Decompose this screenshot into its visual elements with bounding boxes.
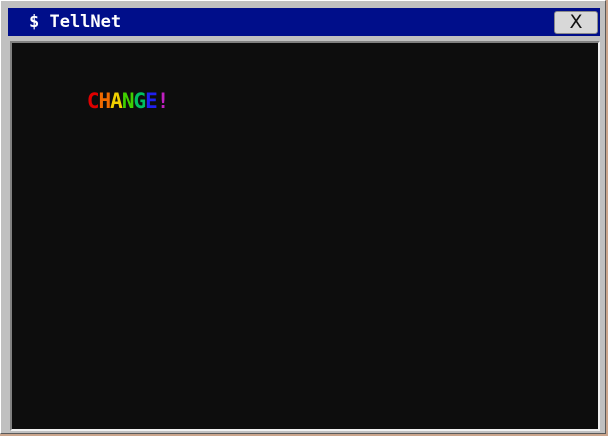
terminal-char: H (98, 89, 112, 113)
title-bar[interactable]: $ TellNet X (8, 8, 600, 36)
terminal-char: C (86, 89, 100, 113)
window-title: $ TellNet (29, 12, 122, 32)
terminal-char: ! (156, 89, 170, 113)
terminal-area[interactable]: CHANGE! (10, 41, 600, 431)
terminal-char: A (110, 89, 123, 113)
terminal-line: CHANGE! (17, 65, 170, 137)
terminal-char: N (121, 89, 135, 113)
terminal-char: E (145, 89, 158, 113)
close-button[interactable]: X (554, 11, 598, 34)
tellnet-window: $ TellNet X CHANGE! (0, 0, 606, 434)
terminal-char: G (133, 89, 146, 113)
